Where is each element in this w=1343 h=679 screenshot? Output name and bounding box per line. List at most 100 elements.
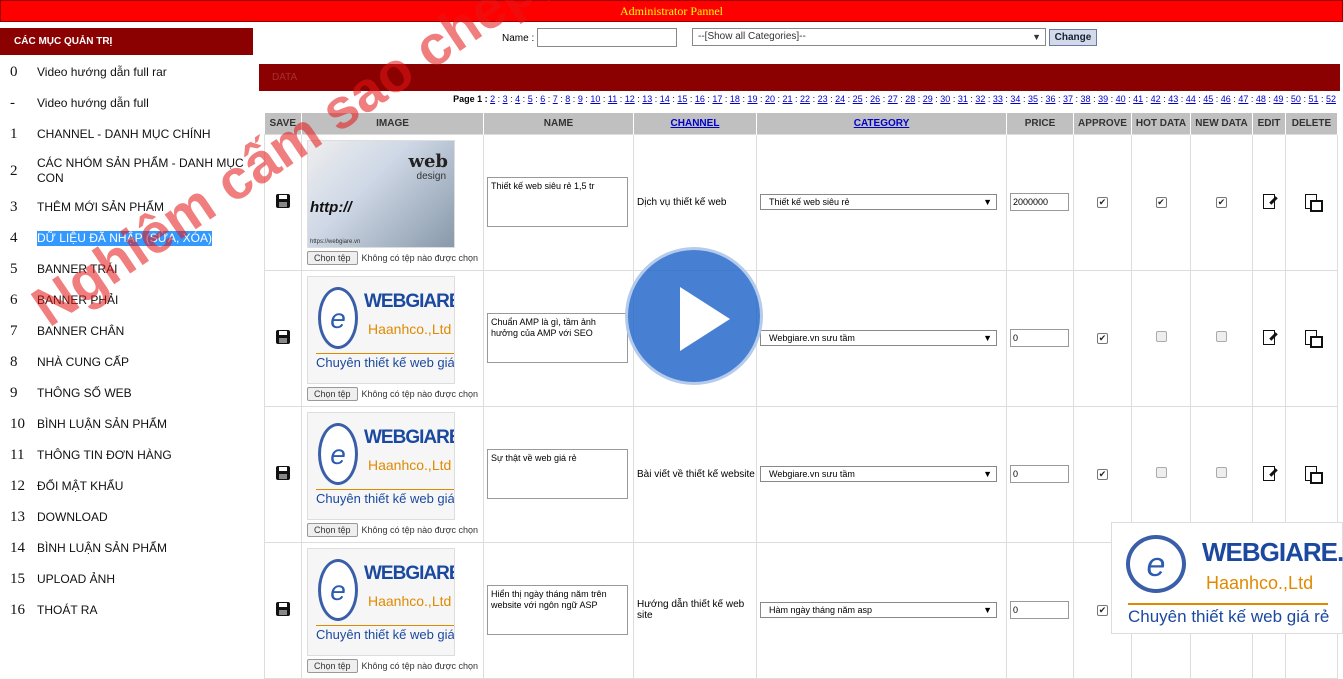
choose-file-button[interactable]: Chọn tệp — [307, 250, 358, 265]
approve-checkbox[interactable]: ✔ — [1097, 196, 1108, 208]
page-link[interactable]: 51 — [1308, 94, 1318, 104]
col-category-sort[interactable]: CATEGORY — [756, 113, 1007, 134]
page-link[interactable]: 38 — [1081, 94, 1091, 104]
approve-checkbox[interactable]: ✔ — [1097, 332, 1108, 344]
col-channel-sort[interactable]: CHANNEL — [633, 113, 757, 134]
page-link[interactable]: 43 — [1168, 94, 1178, 104]
sidebar-item-suppliers[interactable]: 8 NHÀ CUNG CẤP — [0, 347, 253, 378]
change-button[interactable]: Change — [1049, 29, 1097, 46]
category-filter-select[interactable]: --[Show all Categories]-- ▼ — [692, 28, 1046, 46]
page-link[interactable]: 13 — [642, 94, 652, 104]
page-link[interactable]: 26 — [870, 94, 880, 104]
page-link[interactable]: 49 — [1273, 94, 1283, 104]
page-link[interactable]: 45 — [1203, 94, 1213, 104]
edit-icon[interactable] — [1262, 329, 1277, 345]
page-link[interactable]: 24 — [835, 94, 845, 104]
page-link[interactable]: 30 — [940, 94, 950, 104]
page-link[interactable]: 4 — [515, 94, 520, 104]
page-link[interactable]: 21 — [783, 94, 793, 104]
save-icon[interactable] — [276, 329, 290, 344]
page-link[interactable]: 16 — [695, 94, 705, 104]
sidebar-item-download[interactable]: 13 DOWNLOAD — [0, 502, 253, 533]
page-link[interactable]: 35 — [1028, 94, 1038, 104]
new-data-checkbox[interactable] — [1216, 467, 1227, 478]
name-textarea[interactable]: Hiển thị ngày tháng năm trên website với… — [487, 585, 628, 635]
page-link[interactable]: 40 — [1116, 94, 1126, 104]
price-input[interactable]: 0 — [1010, 465, 1069, 483]
choose-file-button[interactable]: Chọn tệp — [307, 658, 358, 673]
sidebar-item-add-product[interactable]: 3 THÊM MỚI SẢN PHẨM — [0, 192, 253, 223]
page-link[interactable]: 14 — [660, 94, 670, 104]
sidebar-item-change-password[interactable]: 12 ĐỔI MẬT KHẨU — [0, 471, 253, 502]
page-link[interactable]: 17 — [712, 94, 722, 104]
sidebar-item-banner-right[interactable]: 6 BANNER PHẢI — [0, 285, 253, 316]
page-link[interactable]: 28 — [905, 94, 915, 104]
page-link[interactable]: 44 — [1186, 94, 1196, 104]
page-link[interactable]: 29 — [923, 94, 933, 104]
page-link[interactable]: 46 — [1221, 94, 1231, 104]
category-select[interactable]: Webgiare.vn sưu tầm ▼ — [760, 466, 997, 482]
new-data-checkbox[interactable]: ✔ — [1216, 196, 1227, 208]
page-link[interactable]: 5 — [528, 94, 533, 104]
new-data-checkbox[interactable] — [1216, 331, 1227, 342]
choose-file-button[interactable]: Chọn tệp — [307, 522, 358, 537]
sidebar-item-channel[interactable]: 1 CHANNEL - DANH MỤC CHÍNH — [0, 119, 253, 150]
page-link[interactable]: 48 — [1256, 94, 1266, 104]
category-select[interactable]: Hàm ngày tháng năm asp ▼ — [760, 602, 997, 618]
page-link[interactable]: 37 — [1063, 94, 1073, 104]
page-link[interactable]: 34 — [1010, 94, 1020, 104]
page-link[interactable]: 18 — [730, 94, 740, 104]
save-icon[interactable] — [276, 601, 290, 616]
page-link[interactable]: 10 — [590, 94, 600, 104]
name-filter-input[interactable] — [537, 28, 677, 47]
price-input[interactable]: 2000000 — [1010, 193, 1069, 211]
page-link[interactable]: 11 — [608, 94, 617, 104]
edit-icon[interactable] — [1262, 465, 1277, 481]
approve-checkbox[interactable]: ✔ — [1097, 468, 1108, 480]
page-link[interactable]: 20 — [765, 94, 775, 104]
save-icon[interactable] — [276, 465, 290, 480]
video-play-icon[interactable] — [625, 247, 763, 385]
name-textarea[interactable]: Thiết kế web siêu rẻ 1,5 tr — [487, 177, 628, 227]
page-link[interactable]: 23 — [818, 94, 828, 104]
edit-icon[interactable] — [1262, 193, 1277, 209]
page-link[interactable]: 52 — [1326, 94, 1336, 104]
page-link[interactable]: 2 — [490, 94, 495, 104]
page-link[interactable]: 12 — [625, 94, 635, 104]
price-input[interactable]: 0 — [1010, 329, 1069, 347]
page-link[interactable]: 47 — [1238, 94, 1248, 104]
page-link[interactable]: 8 — [565, 94, 570, 104]
category-select[interactable]: Webgiare.vn sưu tầm ▼ — [760, 330, 997, 346]
sidebar-item-orders[interactable]: 11 THÔNG TIN ĐƠN HÀNG — [0, 440, 253, 471]
price-input[interactable]: 0 — [1010, 601, 1069, 619]
page-link[interactable]: 31 — [958, 94, 968, 104]
sidebar-item-product-comments[interactable]: 10 BÌNH LUẬN SẢN PHẨM — [0, 409, 253, 440]
page-link[interactable]: 25 — [853, 94, 863, 104]
name-textarea[interactable]: Chuẩn AMP là gì, tầm ảnh hưởng của AMP v… — [487, 313, 628, 363]
sidebar-item-logout[interactable]: 16 THOÁT RA — [0, 595, 253, 626]
page-link[interactable]: 19 — [747, 94, 757, 104]
category-select[interactable]: Thiết kế web siêu rẻ ▼ — [760, 194, 997, 210]
page-link[interactable]: 36 — [1045, 94, 1055, 104]
sidebar-item-upload-image[interactable]: 15 UPLOAD ẢNH — [0, 564, 253, 595]
save-icon[interactable] — [276, 193, 290, 208]
hot-data-checkbox[interactable] — [1155, 467, 1167, 478]
page-link[interactable]: 42 — [1151, 94, 1161, 104]
sidebar-item-banner-left[interactable]: 5 BANNER TRÁI — [0, 254, 253, 285]
page-link[interactable]: 3 — [503, 94, 508, 104]
page-link[interactable]: 15 — [677, 94, 687, 104]
page-link[interactable]: 50 — [1291, 94, 1301, 104]
page-link[interactable]: 9 — [578, 94, 583, 104]
sidebar-item-video-full[interactable]: - Video hướng dẫn full — [0, 88, 253, 119]
choose-file-button[interactable]: Chọn tệp — [307, 386, 358, 401]
page-link[interactable]: 27 — [888, 94, 898, 104]
page-link[interactable]: 33 — [993, 94, 1003, 104]
sidebar-item-video-rar[interactable]: 0 Video hướng dẫn full rar — [0, 57, 253, 88]
hot-data-checkbox[interactable]: ✔ — [1155, 196, 1167, 208]
page-link[interactable]: 32 — [975, 94, 985, 104]
page-link[interactable]: 7 — [553, 94, 558, 104]
hot-data-checkbox[interactable] — [1155, 331, 1167, 342]
sidebar-item-product-comments-2[interactable]: 14 BÌNH LUẬN SẢN PHẨM — [0, 533, 253, 564]
sidebar-item-web-settings[interactable]: 9 THÔNG SỐ WEB — [0, 378, 253, 409]
page-link[interactable]: 41 — [1133, 94, 1143, 104]
